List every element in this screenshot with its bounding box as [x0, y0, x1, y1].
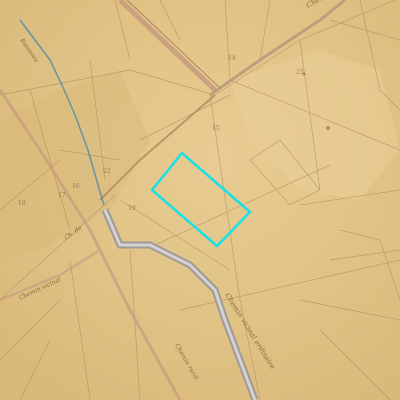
map-marker-dot — [326, 126, 330, 130]
parcel-number: 22 — [103, 168, 111, 175]
parcel-number: 19 — [128, 205, 136, 212]
parcel-number: 18 — [18, 200, 26, 207]
map-canvas: Che... Ruisseau Ch. de Chemin vicinal Ch… — [0, 0, 400, 400]
map-marker-dot — [302, 72, 306, 76]
parcel-number: 15 — [212, 125, 220, 132]
parcel-number: 14 — [228, 55, 236, 62]
parcel-number: 16 — [72, 183, 80, 190]
parcel-number: 23 — [296, 69, 304, 76]
cadastral-map[interactable]: Che... Ruisseau Ch. de Chemin vicinal Ch… — [0, 0, 400, 400]
parcel-number: 17 — [58, 192, 66, 199]
